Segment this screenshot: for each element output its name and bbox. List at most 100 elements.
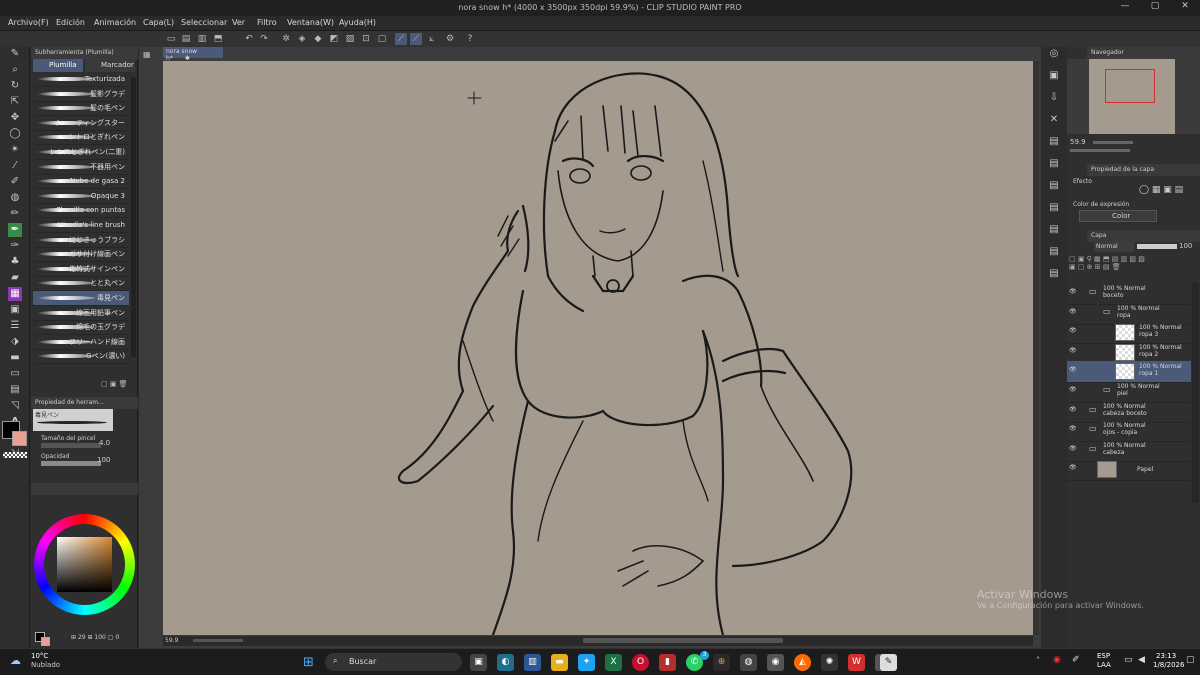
brush-item[interactable]: レトロとぎれペン(二重)	[33, 145, 129, 160]
sub-color-swatch[interactable]	[12, 431, 27, 446]
edge-icon[interactable]: ◐	[497, 654, 514, 671]
clock-time[interactable]: 23:13	[1156, 652, 1176, 660]
tab-plumilla[interactable]: Plumilla	[33, 59, 83, 72]
navigator-preview[interactable]	[1067, 59, 1200, 134]
document-tab[interactable]: nora snow h* ✱	[163, 47, 223, 62]
brush-tool-icon[interactable]: ✐	[8, 175, 22, 189]
brush-item[interactable]: シューティングスター	[33, 116, 129, 131]
brush-item[interactable]: レトロとぎれペン	[33, 130, 129, 146]
expression-select[interactable]: Color	[1079, 210, 1157, 222]
steam-like-icon[interactable]: ✺	[821, 654, 838, 671]
pencil-tool-icon[interactable]: ✏	[8, 207, 22, 221]
layer-tools-row[interactable]: ▢ ▣ ⚲ ▦ ⬒ ▤ ▥ ▧ ▨ ▣ ▢ ⊕ ⊞ ▤ 🗑	[1069, 255, 1197, 283]
brush-item[interactable]: 線画用鉛筆ペン	[33, 306, 129, 321]
color-panel-tabs[interactable]	[31, 483, 138, 495]
menu-animacion[interactable]: Animación	[94, 18, 136, 27]
menu-edicion[interactable]: Edición	[56, 18, 85, 27]
eyedropper-icon[interactable]: ⁄	[8, 159, 22, 173]
visibility-icon[interactable]: 👁	[1069, 308, 1077, 315]
color-square[interactable]	[57, 537, 112, 592]
redo-icon[interactable]: ↷	[258, 33, 270, 45]
balloon-tool-icon[interactable]: ▤	[8, 383, 22, 397]
blend-tool-icon[interactable]: ▦	[8, 287, 22, 301]
deselect-icon[interactable]: ▨	[344, 33, 356, 45]
brush-item[interactable]: 髪の毛ペン	[33, 101, 129, 117]
network-icon[interactable]: ▭	[1124, 655, 1133, 665]
visibility-icon[interactable]: 👁	[1069, 445, 1077, 452]
wps-icon[interactable]: W	[848, 654, 865, 671]
bucket-icon[interactable]: ◆	[312, 33, 324, 45]
clock-date[interactable]: 1/8/2026	[1153, 661, 1184, 669]
brush-item[interactable]: Nube de gasa 2	[33, 174, 129, 190]
water-drop-icon[interactable]: ◍	[8, 191, 22, 205]
snap-special-icon[interactable]: ⟋	[410, 33, 422, 45]
timeline-icon[interactable]: ▤	[1047, 267, 1061, 281]
lasso-tool-icon[interactable]: ◯	[8, 127, 22, 141]
excel-icon[interactable]: X	[605, 654, 622, 671]
task-view-icon[interactable]: ▣	[470, 654, 487, 671]
pen-tool-active-icon[interactable]: ✒	[8, 223, 22, 237]
gradient-icon[interactable]: ▬	[8, 351, 22, 365]
move-tool-icon[interactable]: ✥	[8, 111, 22, 125]
brush-item[interactable]: 綿毛の玉グラデ	[33, 320, 129, 336]
menu-seleccionar[interactable]: Seleccionar	[181, 18, 227, 27]
pen-tool-icon[interactable]: ✎	[8, 47, 22, 61]
zoom-tool-icon[interactable]: ⌕	[8, 63, 22, 77]
tab-marcador[interactable]: Marcador	[85, 59, 135, 72]
info-icon[interactable]: ▤	[1047, 179, 1061, 193]
visibility-icon[interactable]: 👁	[1069, 288, 1077, 295]
brush-item[interactable]: Plumilla con puntas	[33, 203, 129, 219]
brush-item[interactable]: Texturizada	[33, 72, 129, 87]
horizontal-scrollbar[interactable]	[583, 638, 783, 643]
snap-ruler-icon[interactable]: ⟋	[395, 33, 407, 45]
settings-icon[interactable]: ⚙	[444, 33, 456, 45]
clear-icon[interactable]: ✲	[280, 33, 292, 45]
download-icon[interactable]: ⇩	[1047, 91, 1061, 105]
history-icon[interactable]: ▤	[1047, 157, 1061, 171]
app-icon[interactable]: ▮	[659, 654, 676, 671]
weather-icon[interactable]: ☁	[10, 654, 26, 668]
ruler-tool-icon[interactable]: ⬗	[8, 335, 22, 349]
notifications-icon[interactable]: ▢	[1186, 655, 1195, 665]
volume-icon[interactable]: ◀	[1138, 655, 1145, 665]
opacity-value[interactable]: 100	[97, 456, 110, 464]
start-icon[interactable]: ⊞	[300, 654, 317, 671]
brush-item[interactable]: フリーハンド線画	[33, 335, 129, 350]
layer-opacity-value[interactable]: 100	[1179, 242, 1192, 250]
export-icon[interactable]: ⬒	[212, 33, 224, 45]
brush-item[interactable]: 佐竹式サインペン	[33, 262, 129, 277]
brush-item[interactable]: 不器用ペン	[33, 160, 129, 175]
canvas-menu-icon[interactable]: ▦	[143, 50, 155, 60]
folder-icon[interactable]: ▬	[551, 654, 568, 671]
minimize-button[interactable]: —	[1110, 1, 1140, 15]
brush-item[interactable]: Hirudiz's line brush	[33, 218, 129, 233]
blend-mode-select[interactable]: Normal	[1094, 242, 1134, 252]
layer-search-icon[interactable]: ▤	[1047, 201, 1061, 215]
layer-scrollbar[interactable]	[1192, 283, 1199, 503]
lang-line1[interactable]: ESP	[1097, 652, 1110, 660]
layer-row[interactable]: 👁 Papel	[1067, 459, 1191, 482]
clip-studio-icon[interactable]: ✎	[880, 654, 897, 671]
menu-ayuda[interactable]: Ayuda(H)	[339, 18, 376, 27]
visibility-icon[interactable]: 👁	[1069, 347, 1077, 354]
menu-ventana[interactable]: Ventana(W)	[287, 18, 334, 27]
menu-ver[interactable]: Ver	[232, 18, 245, 27]
brush-item[interactable]: にじきゅうブラシ	[33, 233, 129, 248]
brush-list-scrollbar[interactable]	[131, 77, 136, 357]
auto-action-icon[interactable]: ▤	[1047, 223, 1061, 237]
opera-icon[interactable]: O	[632, 654, 649, 671]
vertical-scrollbar[interactable]	[1033, 61, 1039, 635]
size-slider[interactable]	[41, 443, 101, 448]
navigator-rotate-slider[interactable]	[1070, 149, 1130, 152]
operation-tool-icon[interactable]: ⇱	[8, 95, 22, 109]
selection-icon[interactable]: ▢	[376, 33, 388, 45]
quick-access-icon[interactable]: ▤	[1047, 245, 1061, 259]
magic-wand-icon[interactable]: ✴	[8, 143, 22, 157]
weather-temp[interactable]: 10°C	[31, 652, 48, 660]
rotate-tool-icon[interactable]: ↻	[8, 79, 22, 93]
browser-icon[interactable]: ◉	[767, 654, 784, 671]
transform-icon[interactable]: ◩	[328, 33, 340, 45]
tray-app-icon[interactable]: ◉	[1053, 655, 1061, 665]
photos-icon[interactable]: ▥	[524, 654, 541, 671]
menu-filtro[interactable]: Filtro	[257, 18, 277, 27]
